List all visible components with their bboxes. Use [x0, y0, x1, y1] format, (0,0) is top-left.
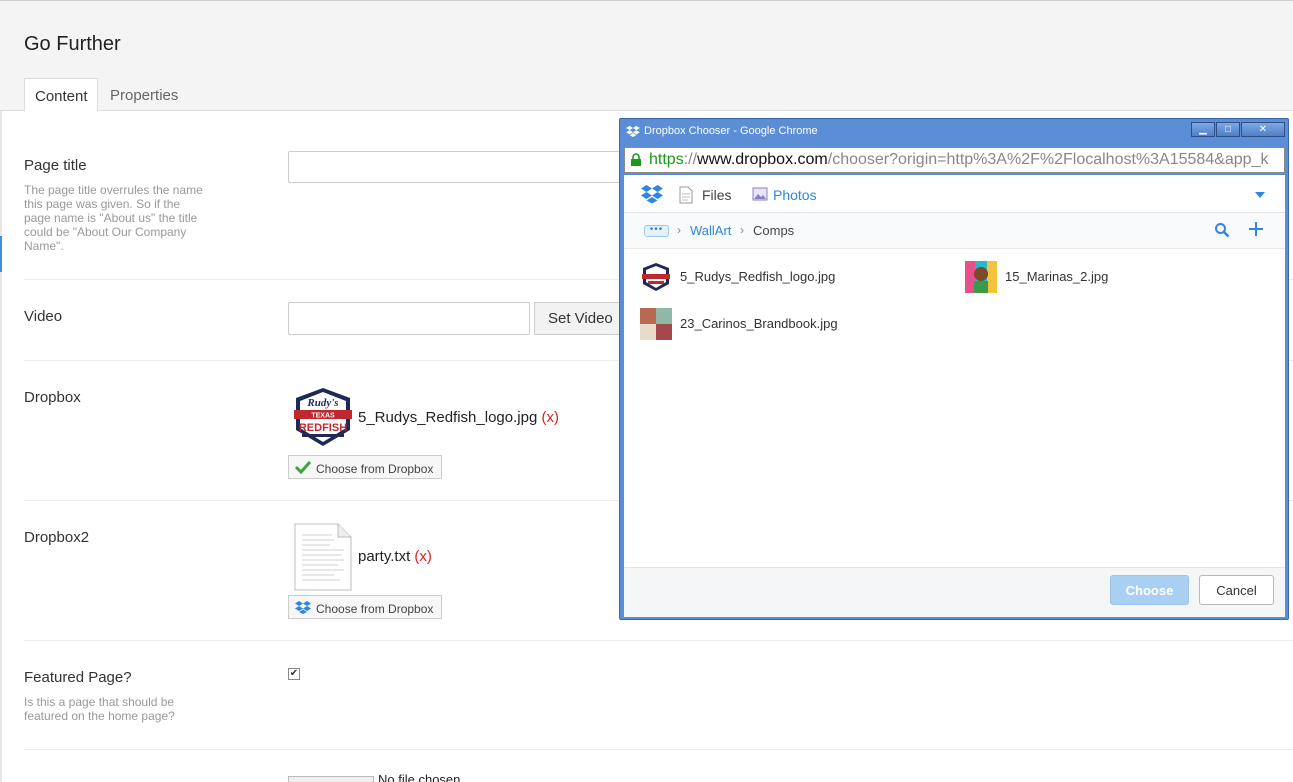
chevron-down-icon[interactable] — [1255, 192, 1265, 198]
maximize-button[interactable]: □ — [1216, 122, 1240, 137]
dropbox2-remove-link[interactable]: (x) — [414, 548, 432, 565]
url-path: /chooser?origin=http%3A%2F%2Flocalhost%3… — [827, 151, 1269, 168]
logo-text-main: REDFISH — [299, 422, 347, 434]
redfish-logo-thumbnail: Rudy's TEXAS REDFISH — [294, 388, 352, 446]
page-title-label: Page title — [24, 157, 87, 174]
file-thumbnail — [640, 261, 672, 293]
list-item[interactable]: 5_Rudys_Redfish_logo.jpg — [640, 261, 940, 293]
chooser-body: Files Photos ••• › WallArt › Comps 5_Rud… — [624, 175, 1285, 617]
check-icon — [295, 460, 311, 474]
dropbox2-file: party.txt (x) — [358, 548, 432, 565]
featured-checkbox[interactable]: ✔ — [288, 668, 300, 680]
choose-button[interactable]: Choose — [1110, 575, 1189, 605]
dropbox-icon[interactable] — [641, 184, 663, 204]
tab-properties[interactable]: Properties — [100, 78, 188, 112]
chooser-nav: Files Photos — [624, 175, 1285, 213]
page-header: Go Further Content Properties — [0, 1, 1293, 112]
choose-from-dropbox-button[interactable]: Choose from Dropbox — [288, 455, 442, 479]
logo-text-top: Rudy's — [306, 397, 338, 409]
page-title: Go Further — [24, 33, 121, 55]
search-icon[interactable] — [1214, 222, 1230, 238]
choose-from-dropbox2-button[interactable]: Choose from Dropbox — [288, 595, 442, 619]
file-thumbnail — [965, 261, 997, 293]
cancel-button[interactable]: Cancel — [1199, 575, 1274, 605]
file-name: 15_Marinas_2.jpg — [1005, 269, 1109, 284]
choose-from-dropbox2-label: Choose from Dropbox — [316, 602, 434, 616]
video-input[interactable] — [288, 302, 530, 335]
file-name: 23_Carinos_Brandbook.jpg — [680, 316, 838, 331]
breadcrumb-current: Comps — [753, 223, 795, 238]
breadcrumb-wallart[interactable]: WallArt — [690, 223, 731, 238]
dropbox-label: Dropbox — [24, 389, 81, 406]
lock-icon — [631, 153, 641, 166]
nav-files-tab[interactable]: Files — [702, 187, 732, 203]
close-window-button[interactable]: ✕ — [1241, 122, 1285, 137]
text-file-icon — [294, 523, 352, 591]
list-item[interactable]: 15_Marinas_2.jpg — [965, 261, 1265, 293]
dropbox2-filename: party.txt — [358, 548, 411, 565]
logo-text-mid: TEXAS — [311, 413, 335, 420]
dropbox-filename: 5_Rudys_Redfish_logo.jpg — [358, 409, 538, 426]
url-scheme: https — [649, 151, 684, 168]
divider — [24, 640, 1293, 641]
file-name: 5_Rudys_Redfish_logo.jpg — [680, 269, 836, 284]
dropbox-chooser-window: Dropbox Chooser - Google Chrome ▁ □ ✕ ht… — [619, 118, 1289, 620]
set-video-button[interactable]: Set Video — [534, 302, 620, 335]
dropbox-icon — [295, 601, 311, 614]
chooser-footer: Choose Cancel — [624, 567, 1285, 617]
left-rail-indicator — [0, 236, 2, 272]
video-label: Video — [24, 308, 63, 325]
breadcrumb-separator: › — [677, 223, 681, 237]
plus-icon[interactable] — [1248, 221, 1264, 237]
nav-photos-tab[interactable]: Photos — [773, 187, 817, 203]
breadcrumb-more-button[interactable]: ••• — [644, 225, 669, 237]
file-upload-status: No file chosen — [378, 773, 461, 782]
dropbox-remove-link[interactable]: (x) — [541, 409, 559, 426]
breadcrumb: ••• › WallArt › Comps — [624, 213, 1285, 249]
file-thumbnail — [640, 308, 672, 340]
minimize-button[interactable]: ▁ — [1191, 122, 1215, 137]
window-title: Dropbox Chooser - Google Chrome — [644, 125, 818, 137]
dropbox-icon — [626, 125, 640, 137]
url-separator: :// — [683, 151, 698, 168]
file-icon — [679, 186, 693, 204]
address-bar[interactable]: https://www.dropbox.com/chooser?origin=h… — [624, 147, 1285, 173]
dropbox-file: 5_Rudys_Redfish_logo.jpg (x) — [358, 409, 559, 426]
breadcrumb-separator: › — [740, 223, 744, 237]
left-rail — [0, 111, 2, 782]
tab-content[interactable]: Content — [24, 78, 98, 112]
featured-label: Featured Page? — [24, 669, 132, 686]
divider — [24, 749, 1293, 750]
file-upload-button[interactable] — [288, 776, 374, 782]
list-item[interactable]: 23_Carinos_Brandbook.jpg — [640, 308, 940, 340]
page-title-help: The page title overrules the name this p… — [24, 183, 203, 253]
page-title-input[interactable] — [288, 151, 628, 183]
choose-from-dropbox-label: Choose from Dropbox — [316, 462, 434, 476]
url-host: www.dropbox.com — [697, 151, 828, 168]
url-text: https://www.dropbox.com/chooser?origin=h… — [649, 151, 1268, 169]
dropbox2-label: Dropbox2 — [24, 529, 90, 546]
featured-help: Is this a page that should be featured o… — [24, 695, 175, 723]
photos-icon — [752, 187, 768, 201]
